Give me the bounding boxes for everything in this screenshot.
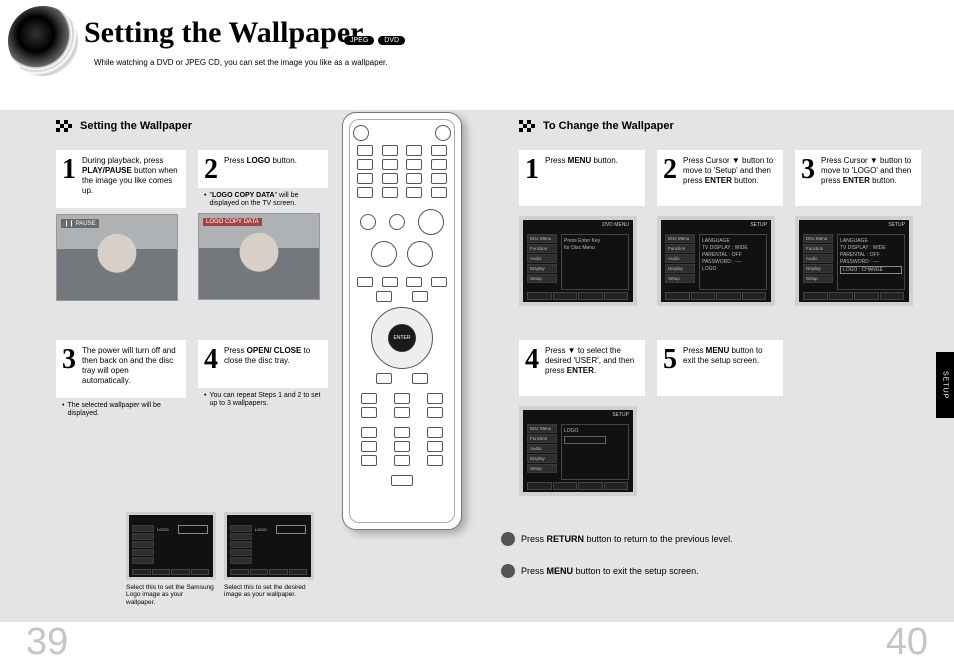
badge-dvd: DVD (378, 36, 405, 45)
right-step-3: 3 Press Cursor ▼ button to move to 'LOGO… (795, 150, 921, 306)
checker-icon (519, 120, 537, 132)
step-number-3: 3 (62, 346, 78, 374)
right-step-1: 1 Press MENU button. DVD MENU Disc MenuF… (519, 150, 645, 306)
left-step-1: 1 During playback, press PLAY/PAUSE butt… (56, 150, 186, 301)
badge-jpeg: JPEG (344, 36, 374, 45)
thumb-1-caption: Select this to set the Samsung Logo imag… (126, 584, 214, 606)
section-heading-right: To Change the Wallpaper (519, 120, 674, 132)
pause-overlay: ❙❙ PAUSE (61, 219, 99, 228)
step-4-text: Press OPEN/ CLOSE to close the disc tray… (224, 346, 320, 366)
thumb-user-image: LOGO (224, 512, 314, 580)
bullet-icon (501, 532, 515, 546)
dpad-icon: ENTER (371, 307, 433, 369)
page-subtitle: While watching a DVD or JPEG CD, you can… (94, 58, 387, 67)
right-step-2: 2 Press Cursor ▼ button to move to 'Setu… (657, 150, 783, 306)
step-number-r5: 5 (663, 346, 679, 374)
bullet-icon (501, 564, 515, 578)
menu-hint: Press MENU button to exit the setup scre… (501, 564, 699, 578)
step-number-r2: 2 (663, 156, 679, 184)
step-r4-text: Press ▼ to select the desired 'USER', an… (545, 346, 637, 376)
step-number-1: 1 (62, 156, 78, 184)
left-step-4: 4 Press OPEN/ CLOSE to close the disc tr… (198, 340, 328, 409)
page-right: To Change the Wallpaper 1 Press MENU but… (477, 0, 954, 666)
step-1-photo: ❙❙ PAUSE (56, 214, 178, 301)
page-number-right: 40 (886, 621, 928, 664)
step-r1-text: Press MENU button. (545, 156, 618, 166)
logo-button-icon (391, 475, 413, 486)
step-2-note: •"LOGO COPY DATA" will be displayed on t… (198, 188, 328, 209)
screen-3: SETUP Disc MenuFunctionAudioDisplaySetup… (795, 216, 913, 306)
thumb-2-caption: Select this to set the desired image as … (224, 584, 312, 599)
left-step-2: 2 Press LOGO button. •"LOGO COPY DATA" w… (198, 150, 328, 300)
step-number-r1: 1 (525, 156, 541, 184)
step-3-text: The power will turn off and then back on… (82, 346, 178, 386)
step-r2-text: Press Cursor ▼ button to move to 'Setup'… (683, 156, 775, 186)
remote-control-illustration: ENTER (342, 112, 462, 530)
thumbnail-row: LOGO Select this to set the Samsung Logo… (126, 512, 312, 606)
speaker-graphic-icon (8, 6, 78, 76)
step-number-4: 4 (204, 346, 220, 374)
page-number-left: 39 (26, 621, 68, 664)
step-r3-text: Press Cursor ▼ button to move to 'LOGO' … (821, 156, 913, 186)
step-r5-text: Press MENU button to exit the setup scre… (683, 346, 775, 366)
screen-1: DVD MENU Disc MenuFunctionAudioDisplaySe… (519, 216, 637, 306)
right-step-4: 4 Press ▼ to select the desired 'USER', … (519, 340, 645, 496)
format-badges: JPEG DVD (344, 36, 405, 45)
side-tab-setup: SETUP (936, 352, 954, 418)
page-title: Setting the Wallpaper (84, 16, 363, 50)
screen-4: SETUP Disc MenuFunctionAudioDisplaySetup… (519, 406, 637, 496)
logo-copy-overlay: LOGO COPY DATA (203, 218, 262, 226)
step-3-note: •The selected wallpaper will be displaye… (56, 398, 186, 419)
step-2-photo: LOGO COPY DATA (198, 213, 320, 300)
section-heading-left: Setting the Wallpaper (56, 120, 192, 132)
right-step-5: 5 Press MENU button to exit the setup sc… (657, 340, 783, 396)
return-hint: Press RETURN button to return to the pre… (501, 532, 733, 546)
checker-icon (56, 120, 74, 132)
play-pause-button-icon (418, 209, 444, 235)
step-number-2: 2 (204, 156, 220, 184)
thumb-samsung-logo: LOGO (126, 512, 216, 580)
enter-button-icon: ENTER (388, 324, 416, 352)
step-2-text: Press LOGO button. (224, 156, 297, 166)
step-1-text: During playback, press PLAY/PAUSE button… (82, 156, 178, 196)
section-heading-right-text: To Change the Wallpaper (543, 120, 674, 132)
screen-2: SETUP Disc MenuFunctionAudioDisplaySetup… (657, 216, 775, 306)
step-number-r4: 4 (525, 346, 541, 374)
page-left: Setting the Wallpaper JPEG DVD While wat… (0, 0, 477, 666)
section-heading-left-text: Setting the Wallpaper (80, 120, 192, 132)
step-4-note: •You can repeat Steps 1 and 2 to set up … (198, 388, 328, 409)
left-step-3: 3 The power will turn off and then back … (56, 340, 186, 419)
step-number-r3: 3 (801, 156, 817, 184)
